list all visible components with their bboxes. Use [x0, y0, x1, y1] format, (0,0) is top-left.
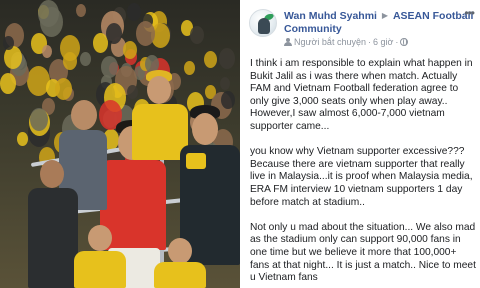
crowd-figure	[219, 48, 235, 69]
crowd-figure	[38, 0, 59, 28]
post-body: I think i am responsible to explain what…	[250, 58, 476, 288]
post-meta: Người bắt chuyện · 6 giờ ·	[284, 37, 409, 47]
role-badge: Người bắt chuyện	[294, 37, 366, 47]
crowd-figure	[220, 77, 230, 90]
avatar-figure-icon	[258, 18, 270, 34]
meta-separator: ·	[367, 37, 371, 47]
post-header: Wan Muhd Syahmi ▶ ASEAN Football Communi…	[284, 9, 474, 36]
globe-icon	[400, 38, 409, 46]
author-name-link[interactable]: Wan Muhd Syahmi	[284, 10, 377, 22]
share-arrow-icon: ▶	[381, 11, 389, 20]
crowd-figure	[190, 26, 204, 45]
crowd-figure	[123, 41, 137, 60]
crowd-figure	[0, 73, 16, 94]
crowd-figure	[106, 23, 122, 44]
crowd-figure	[80, 52, 91, 67]
post-paragraph: you know why Vietnam supporter excessive…	[250, 146, 473, 208]
meta-separator: ·	[395, 37, 399, 47]
crowd-figure	[63, 52, 77, 71]
stadium-crowd-photo	[0, 0, 240, 288]
facebook-post: Wan Muhd Syahmi ▶ ASEAN Football Communi…	[240, 0, 480, 288]
post-paragraph: Not only u mad about the situation... We…	[250, 221, 476, 284]
post-paragraph: I think i am responsible to explain what…	[250, 58, 473, 132]
crowd-figure	[42, 45, 52, 58]
author-avatar[interactable]	[249, 9, 277, 37]
crowd-figure	[127, 3, 141, 22]
user-icon	[284, 38, 292, 46]
post-timestamp[interactable]: 6 giờ	[373, 37, 393, 47]
fan-bottom-right	[150, 238, 210, 288]
crowd-figure	[17, 132, 28, 147]
crowd-figure	[55, 78, 72, 101]
more-options-icon[interactable]: •••	[464, 6, 475, 20]
crowd-figure	[136, 21, 155, 46]
fan-bottom-center	[70, 225, 130, 288]
crowd-figure	[204, 51, 217, 68]
crowd-figure	[76, 4, 86, 17]
